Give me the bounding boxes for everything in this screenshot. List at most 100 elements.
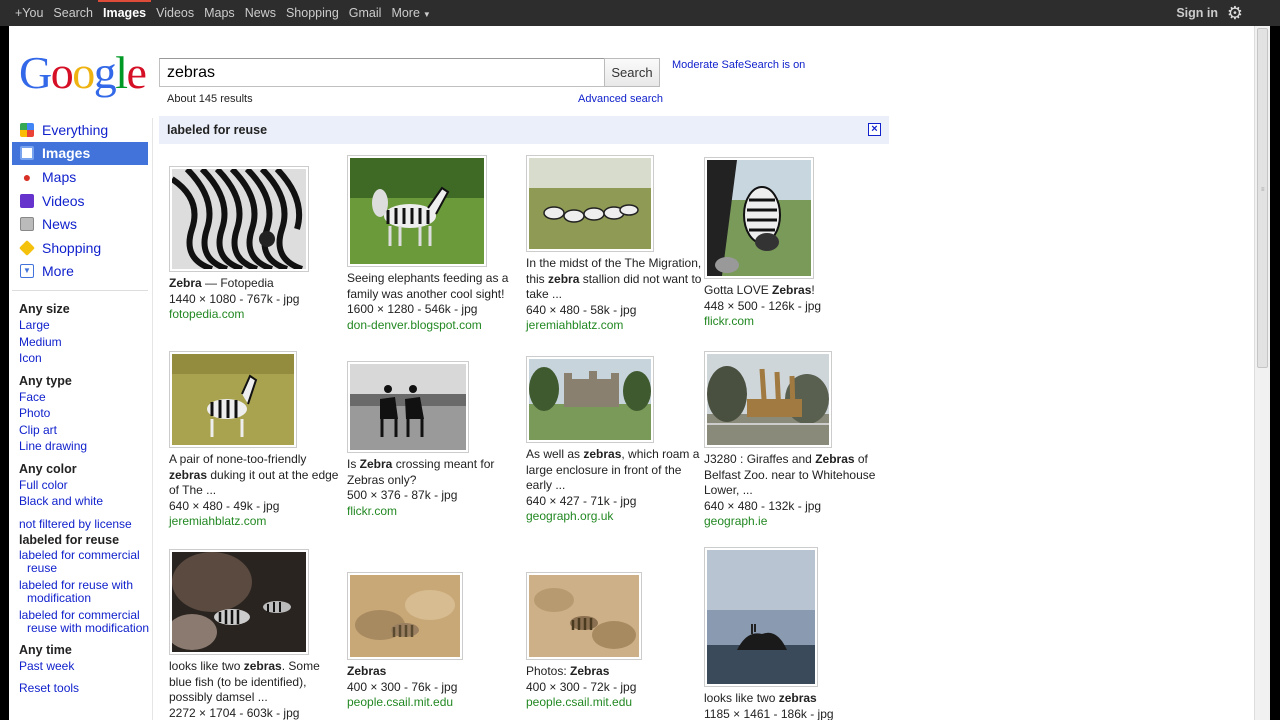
tool-type-face[interactable]: Face — [19, 390, 46, 404]
filter-bar: labeled for reuse × — [159, 116, 889, 144]
result-title[interactable]: Gotta LOVE Zebras! — [704, 283, 876, 299]
filter-label: labeled for reuse — [167, 123, 268, 137]
left-nav-label: Shopping — [42, 239, 102, 256]
result-thumbnail[interactable] — [526, 356, 654, 443]
result-site: jeremiahblatz.com — [526, 318, 624, 332]
result-title[interactable]: Zebra — Fotopedia — [169, 276, 341, 292]
image-result: looks like two zebras. Some blue fish (t… — [167, 549, 337, 720]
tool-color-head: Any color — [19, 461, 77, 476]
advanced-search-link[interactable]: Advanced search — [578, 93, 663, 105]
result-thumbnail[interactable] — [704, 157, 814, 279]
top-nav-more[interactable]: More ▼ — [386, 0, 435, 26]
result-title[interactable]: Is Zebra crossing meant for Zebras only? — [347, 457, 517, 488]
images-icon — [20, 146, 34, 161]
left-nav-label: Videos — [42, 192, 85, 209]
tool-license-commercial-mod[interactable]: labeled for commercial reuse with modifi… — [19, 608, 151, 636]
close-x-icon[interactable]: × — [868, 123, 881, 136]
result-title[interactable]: As well as zebras, which roam a large en… — [526, 447, 704, 494]
image-result: In the midst of the The Migration, this … — [526, 155, 704, 334]
result-meta: 1185 × 1461 - 186k - jpg — [704, 706, 834, 720]
tool-color-bw[interactable]: Black and white — [19, 494, 103, 508]
result-thumbnail[interactable] — [347, 155, 487, 267]
result-site: don-denver.blogspot.com — [347, 317, 482, 332]
zebras-dirt-image — [350, 575, 460, 657]
result-meta: 448 × 500 - 126k - jpg — [704, 298, 822, 313]
tool-size-large[interactable]: Large — [19, 318, 50, 332]
top-nav-plus-you[interactable]: +You — [10, 0, 48, 26]
left-nav-maps[interactable]: ● Maps — [12, 165, 148, 189]
tool-size-medium[interactable]: Medium — [19, 335, 62, 349]
top-nav-videos[interactable]: Videos — [151, 0, 199, 26]
result-title[interactable]: J3280 : Giraffes and Zebras of Belfast Z… — [704, 452, 876, 499]
result-meta: 640 × 480 - 132k - jpg — [704, 498, 822, 513]
result-thumbnail[interactable] — [526, 572, 642, 660]
result-thumbnail[interactable] — [169, 166, 309, 272]
result-site: geograph.ie — [704, 514, 768, 528]
tool-license-modification-line1: labeled for reuse with — [19, 577, 134, 592]
tool-type-linedrawing[interactable]: Line drawing — [19, 439, 87, 453]
tool-size-icon[interactable]: Icon — [19, 351, 42, 365]
google-logo[interactable]: Google — [19, 46, 147, 99]
result-thumbnail[interactable] — [704, 547, 818, 687]
result-title[interactable]: Photos: Zebras — [526, 664, 696, 680]
top-nav-images[interactable]: Images — [98, 0, 152, 26]
zebras-fighting-image — [172, 354, 294, 445]
result-meta: 1440 × 1080 - 767k - jpg — [169, 291, 300, 306]
tool-license-commercial[interactable]: labeled for commercial reuse — [19, 548, 151, 576]
result-thumbnail[interactable] — [167, 549, 309, 655]
tool-color-full[interactable]: Full color — [19, 478, 68, 492]
left-nav-more[interactable]: ▼ More — [12, 260, 148, 284]
gear-icon[interactable]: ⚙ — [1226, 4, 1244, 22]
result-title[interactable]: A pair of none-too-friendly zebras dukin… — [169, 452, 345, 499]
left-nav-news[interactable]: News — [12, 212, 148, 236]
sign-in-link[interactable]: Sign in — [1176, 0, 1218, 26]
news-icon — [20, 217, 34, 232]
scrollbar[interactable]: ≡ — [1254, 26, 1270, 720]
left-nav-label: Images — [42, 145, 91, 162]
result-title[interactable]: Seeing elephants feeding as a family was… — [347, 271, 517, 302]
search-tools: Any size Large Medium Icon Any type Face… — [19, 302, 151, 697]
left-nav-everything[interactable]: Everything — [12, 118, 148, 142]
result-thumbnail[interactable] — [169, 351, 297, 448]
top-nav-gmail[interactable]: Gmail — [344, 0, 387, 26]
left-nav-videos[interactable]: Videos — [12, 189, 148, 213]
tool-license-modification-line2: modification — [27, 591, 92, 605]
top-nav-search[interactable]: Search — [48, 0, 98, 26]
result-thumbnail[interactable] — [526, 155, 654, 252]
tool-size-head: Any size — [19, 302, 70, 316]
result-meta: 400 × 300 - 76k - jpg — [347, 679, 458, 694]
result-thumbnail[interactable] — [347, 361, 469, 453]
tool-license-commercial-line2: reuse — [27, 561, 58, 575]
top-nav-shopping[interactable]: Shopping — [281, 0, 344, 26]
result-thumbnail[interactable] — [704, 351, 832, 448]
left-nav-images[interactable]: Images — [12, 141, 148, 166]
tool-type-clipart[interactable]: Clip art — [19, 423, 57, 437]
tool-license-commercial-mod-line2: reuse with modification — [27, 621, 150, 635]
safesearch-link[interactable]: Moderate SafeSearch is on — [672, 59, 805, 71]
search-button[interactable]: Search — [604, 58, 660, 87]
scrollbar-thumb[interactable]: ≡ — [1257, 28, 1268, 368]
result-meta: 640 × 480 - 58k - jpg — [526, 302, 637, 317]
zebras-dirt-image — [529, 575, 639, 657]
tool-license-reuse-selected: labeled for reuse — [19, 533, 120, 547]
tool-type-photo[interactable]: Photo — [19, 406, 50, 420]
result-site: geograph.org.uk — [526, 509, 614, 523]
tool-license-not-filtered[interactable]: not filtered by license — [19, 517, 132, 531]
result-title[interactable]: looks like two zebras — [704, 691, 876, 707]
result-title[interactable]: Zebras — [347, 664, 517, 680]
result-title[interactable]: looks like two zebras. Some blue fish (t… — [169, 659, 337, 706]
search-input[interactable] — [159, 58, 605, 87]
scrollbar-grip-icon: ≡ — [1261, 187, 1265, 193]
left-nav-shopping[interactable]: Shopping — [12, 236, 148, 260]
top-nav-bar: +You Search Images Videos Maps News Shop… — [0, 0, 1280, 26]
videos-icon — [20, 193, 34, 208]
result-count: About 145 results — [167, 93, 253, 105]
result-title[interactable]: In the midst of the The Migration, this … — [526, 256, 704, 303]
result-thumbnail[interactable] — [347, 572, 463, 660]
top-nav-maps[interactable]: Maps — [199, 0, 240, 26]
reset-tools-link[interactable]: Reset tools — [19, 681, 79, 695]
top-nav-news[interactable]: News — [240, 0, 281, 26]
zebra-car-window-image — [707, 160, 811, 276]
tool-license-modification[interactable]: labeled for reuse with modification — [19, 577, 151, 606]
tool-time-past-week[interactable]: Past week — [19, 659, 74, 673]
